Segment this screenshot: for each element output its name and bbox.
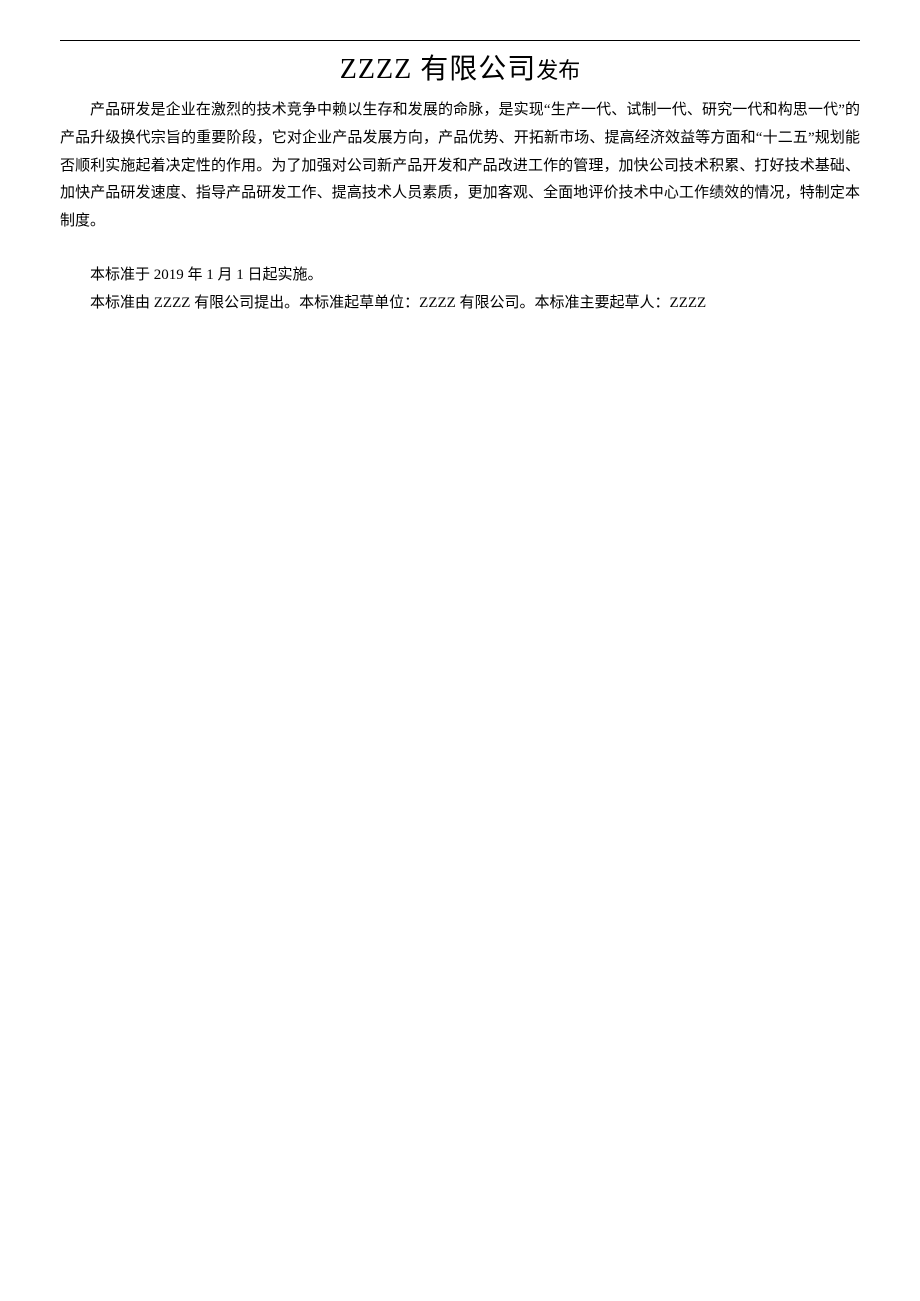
- drafter-line: 本标准由 ZZZZ 有限公司提出。本标准起草单位：ZZZZ 有限公司。本标准主要…: [60, 290, 860, 318]
- document-title: ZZZZ 有限公司发布: [60, 47, 860, 87]
- top-divider: [60, 40, 860, 41]
- effective-date-line: 本标准于 2019 年 1 月 1 日起实施。: [60, 262, 860, 290]
- paragraph-gap: [60, 236, 860, 262]
- title-company: ZZZZ 有限公司: [340, 54, 536, 85]
- intro-paragraph: 产品研发是企业在激烈的技术竞争中赖以生存和发展的命脉，是实现“生产一代、试制一代…: [60, 97, 860, 236]
- title-suffix: 发布: [536, 58, 580, 83]
